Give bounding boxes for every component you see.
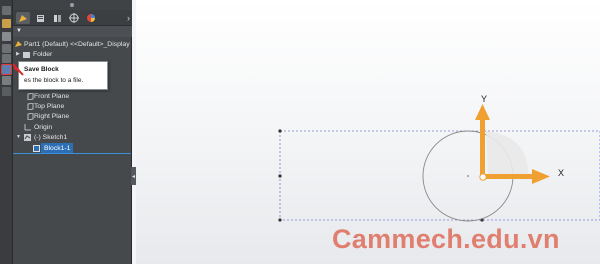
edit-block-icon[interactable] <box>2 32 11 41</box>
folder-icon <box>23 52 30 58</box>
rectangle-corner-point <box>278 129 282 133</box>
display-manager-icon[interactable] <box>84 12 98 24</box>
rectangle-midpoint <box>278 174 282 178</box>
property-manager-icon[interactable] <box>33 12 47 24</box>
block-tool-icon[interactable] <box>2 44 11 53</box>
block-tool-icon[interactable] <box>2 76 11 85</box>
insert-block-icon[interactable] <box>2 19 11 28</box>
tooltip-pointer-arrow <box>12 63 24 76</box>
collapse-arrow-icon[interactable]: ▼ <box>16 132 21 143</box>
tree-item-right-plane[interactable]: Right Plane <box>13 111 132 122</box>
rectangle-corner-point <box>278 218 282 222</box>
configuration-manager-icon[interactable] <box>50 12 64 24</box>
watermark-text: Cammech.edu.vn <box>332 224 560 254</box>
triad-origin <box>479 173 487 181</box>
tree-filter[interactable]: ▼ <box>13 26 132 37</box>
feature-manager-icon[interactable] <box>16 12 30 24</box>
manager-tabs: › <box>13 10 132 26</box>
plane-icon <box>27 93 34 100</box>
dimxpert-icon[interactable] <box>67 12 81 24</box>
x-axis-arrowhead <box>532 169 550 184</box>
plane-icon <box>27 103 34 110</box>
x-axis-label: X <box>558 168 565 178</box>
toolbar-top-icon[interactable] <box>2 6 11 15</box>
triad-shadow <box>486 131 529 180</box>
part-icon <box>15 41 22 47</box>
plane-icon <box>27 113 34 120</box>
block-toolbar <box>0 0 13 264</box>
circle-center-point <box>467 175 469 177</box>
x-axis-shaft <box>483 174 535 179</box>
sketch-icon <box>24 134 31 141</box>
more-tabs-chevron[interactable]: › <box>127 12 130 24</box>
block-bounding-rectangle <box>279 130 600 221</box>
save-block-tooltip: Save Block es the block to a file. <box>12 61 108 90</box>
filter-icon[interactable]: ▼ <box>16 27 22 36</box>
y-axis-arrowhead <box>475 104 490 120</box>
y-axis-shaft <box>480 118 485 176</box>
expand-arrow-icon[interactable]: ▶ <box>16 49 20 60</box>
origin-icon <box>24 124 31 131</box>
rollback-bar[interactable] <box>13 153 131 154</box>
save-block-icon[interactable] <box>1 64 12 75</box>
y-axis-label: Y <box>481 94 488 104</box>
tooltip-description: es the block to a file. <box>24 77 84 84</box>
tooltip-title: Save Block <box>24 66 59 73</box>
explode-block-icon[interactable] <box>2 54 11 63</box>
feature-manager-panel: › ▼ Part1 (Default) <<Default>_Display S… <box>13 0 132 264</box>
panel-grip[interactable] <box>13 0 132 10</box>
tree-item-sketch[interactable]: ▼ (-) Sketch1 <box>13 132 132 143</box>
block-tool-icon[interactable] <box>2 87 11 96</box>
block-icon <box>33 145 40 152</box>
graphics-area[interactable]: Y X Cammech.edu.vn <box>136 0 600 264</box>
tree-item-folder[interactable]: ▶ Folder <box>13 49 132 60</box>
